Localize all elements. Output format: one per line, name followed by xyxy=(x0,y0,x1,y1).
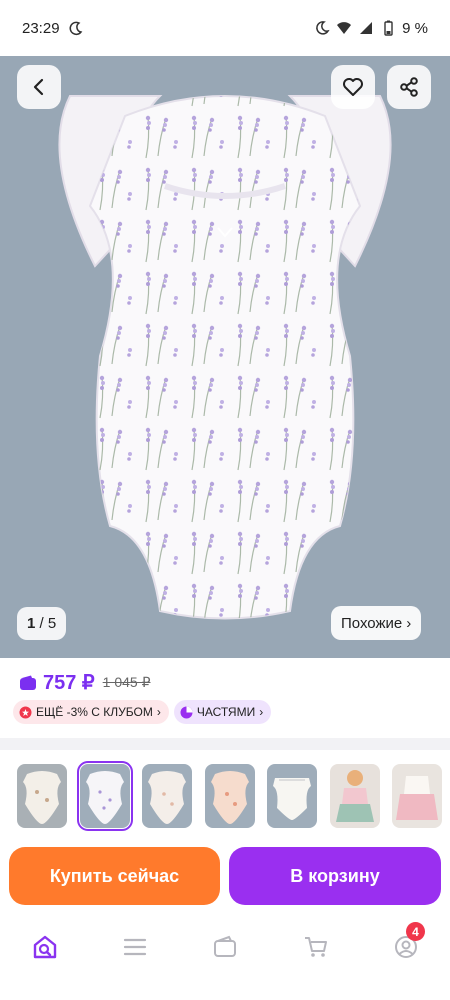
thumbnail-4[interactable] xyxy=(205,764,255,828)
bottom-navigation: 4 xyxy=(0,918,450,1000)
clock: 23:29 xyxy=(22,19,60,37)
similar-label: Похожие xyxy=(341,614,403,632)
buy-now-button[interactable]: Купить сейчас xyxy=(9,847,220,905)
installments-chip[interactable]: ЧАСТЯМИ › xyxy=(173,700,272,724)
add-to-cart-button[interactable]: В корзину xyxy=(229,847,441,905)
signal-icon xyxy=(360,22,373,34)
nav-catalog[interactable] xyxy=(120,932,150,962)
wallet-icon xyxy=(20,675,36,690)
image-counter-separator: / xyxy=(35,615,48,632)
favorite-button[interactable] xyxy=(331,65,375,109)
cart-count-badge: 4 xyxy=(406,922,425,941)
home-search-icon xyxy=(33,935,57,959)
battery-level: 9 % xyxy=(402,19,428,37)
product-image-gallery[interactable]: 1 / 5 Похожие › xyxy=(0,56,450,658)
status-bar: 23:29 9 % xyxy=(0,0,450,56)
wifi-icon xyxy=(337,22,352,34)
nav-cart[interactable] xyxy=(301,932,331,962)
catalog-icon xyxy=(123,938,147,956)
nav-home[interactable] xyxy=(30,932,60,962)
purchase-actions: Купить сейчас В корзину xyxy=(0,838,450,918)
thumbnail-6[interactable] xyxy=(330,764,380,828)
thumbnail-7[interactable] xyxy=(392,764,442,828)
thumbnail-2-selected[interactable] xyxy=(77,761,133,831)
product-photo-bodysuit xyxy=(58,95,392,620)
chevron-right-icon: › xyxy=(406,614,412,632)
variant-thumbnails xyxy=(0,750,450,838)
moon-icon xyxy=(316,21,330,35)
price-block: 757 ₽ 1 045 ₽ ЕЩЁ -3% С КЛУБОМ › ЧАСТЯМИ… xyxy=(0,658,450,748)
old-price: 1 045 ₽ xyxy=(102,674,151,690)
image-counter-current: 1 xyxy=(27,615,36,632)
installments-label: ЧАСТЯМИ xyxy=(196,705,256,719)
do-not-disturb-icon xyxy=(69,21,82,36)
current-price: 757 ₽ xyxy=(43,672,95,694)
chevron-left-icon xyxy=(33,78,44,96)
wallet-icon xyxy=(214,935,236,957)
club-discount-label: ЕЩЁ -3% С КЛУБОМ xyxy=(36,705,153,719)
installments-icon xyxy=(180,706,193,718)
heart-icon xyxy=(343,78,363,96)
club-icon xyxy=(19,706,32,718)
share-icon xyxy=(400,77,418,97)
similar-button[interactable]: Похожие › xyxy=(331,606,422,640)
club-discount-chip[interactable]: ЕЩЁ -3% С КЛУБОМ › xyxy=(13,700,169,724)
thumbnail-5[interactable] xyxy=(267,764,317,828)
share-button[interactable] xyxy=(387,65,431,109)
chevron-right-icon: › xyxy=(156,705,161,719)
thumbnail-1[interactable] xyxy=(17,764,67,828)
back-button[interactable] xyxy=(17,65,61,109)
image-counter: 1 / 5 xyxy=(17,607,67,640)
image-counter-total: 5 xyxy=(47,615,57,632)
cart-icon xyxy=(305,937,327,957)
nav-wallet[interactable] xyxy=(210,932,240,962)
chevron-right-icon: › xyxy=(259,705,264,719)
battery-icon xyxy=(384,20,393,36)
thumbnail-3[interactable] xyxy=(142,764,192,828)
section-divider xyxy=(0,738,450,750)
